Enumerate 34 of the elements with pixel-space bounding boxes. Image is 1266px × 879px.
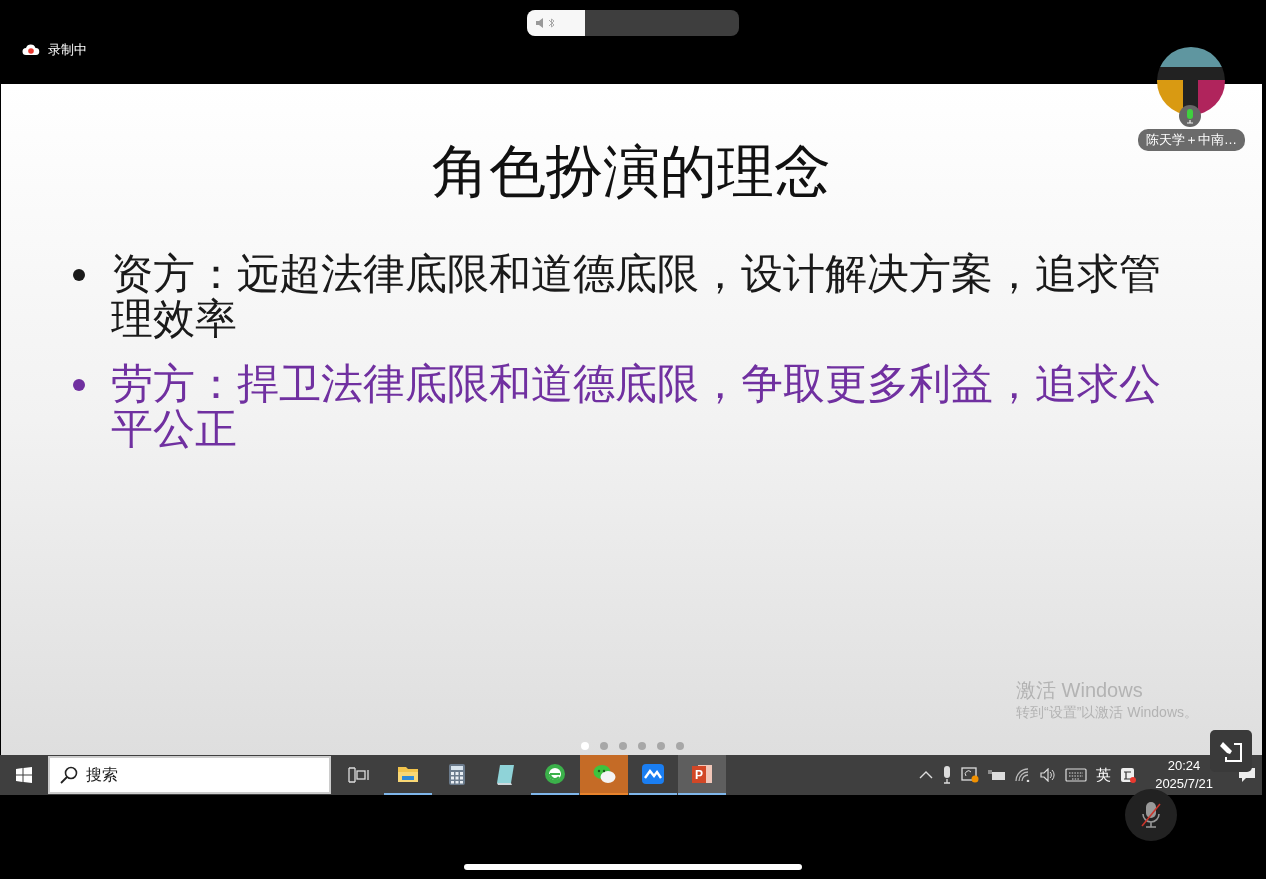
chevron-up-icon[interactable] [919, 771, 934, 779]
annotate-button[interactable] [1210, 730, 1252, 772]
meeting-app-icon [641, 762, 665, 786]
page-dot[interactable] [676, 742, 684, 750]
page-dot[interactable] [581, 742, 589, 750]
microphone-muted-icon [1138, 801, 1164, 829]
taskbar-app[interactable]: P [678, 755, 726, 795]
cloud-icon [22, 43, 40, 57]
bullet-text: 资方：远超法律底限和道德底限，设计解决方案，追求管理效率 [111, 252, 1162, 342]
microphone-icon[interactable] [942, 766, 953, 784]
recording-label: 录制中 [48, 41, 87, 59]
search-placeholder: 搜索 [86, 765, 118, 785]
clock-time: 20:24 [1166, 757, 1202, 775]
task-view-icon[interactable] [348, 766, 370, 784]
microphone-button[interactable] [1125, 789, 1177, 841]
bullet-text: 劳方：捍卫法律底限和道德底限，争取更多利益，追求公平公正 [111, 362, 1162, 452]
search-icon [60, 766, 78, 784]
volume-icon[interactable] [1040, 768, 1057, 782]
taskbar-clock[interactable]: 20:24 2025/7/21 [1155, 757, 1213, 793]
page-dot[interactable] [600, 742, 608, 750]
input-method-indicator[interactable]: 英 [1096, 763, 1112, 787]
sync-icon[interactable] [961, 767, 980, 783]
input-method-icon[interactable] [1120, 767, 1137, 783]
keyboard-icon[interactable] [1065, 768, 1088, 782]
participant-name: 陈天学＋中南… [1138, 129, 1245, 151]
windows-icon [16, 767, 32, 783]
page-dot[interactable] [619, 742, 627, 750]
page-dot[interactable] [657, 742, 665, 750]
slide-title: 角色扮演的理念 [432, 139, 831, 205]
search-field[interactable]: 搜索 [48, 756, 331, 794]
page-dot[interactable] [638, 742, 646, 750]
wifi-icon[interactable] [1015, 768, 1032, 782]
chat-bubbles-icon [592, 762, 616, 786]
clock-date: 2025/7/21 [1155, 775, 1213, 793]
